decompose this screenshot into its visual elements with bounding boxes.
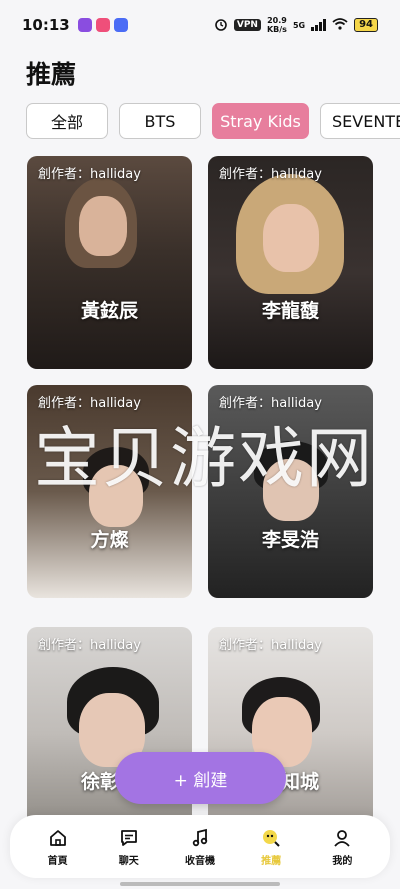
recommend-icon: [260, 827, 282, 849]
app-notification-icon: [95, 18, 110, 32]
alarm-icon: [214, 17, 228, 34]
home-indicator[interactable]: [120, 882, 280, 886]
character-card[interactable]: 創作者：halliday 徐彰彬: [27, 627, 192, 840]
card-name: 黃鉉辰: [80, 300, 138, 322]
status-time: 10:13: [22, 16, 70, 34]
nav-item-radio[interactable]: 收音機: [170, 827, 230, 867]
card-creator: 創作者：halliday: [38, 396, 141, 411]
card-image-face: [263, 204, 319, 272]
page-title: 推薦: [26, 60, 77, 89]
status-indicators: VPN 20.9 KB/s 5G 94: [214, 16, 378, 34]
character-card[interactable]: 創作者：halliday 韓知城: [208, 627, 373, 840]
card-creator: 創作者：halliday: [38, 638, 141, 653]
category-tabs: 全部 BTS Stray Kids SEVENTE: [26, 103, 400, 139]
nav-label: 推薦: [261, 855, 282, 867]
chat-icon: [118, 827, 140, 849]
character-card[interactable]: 創作者：halliday 方燦: [27, 385, 192, 598]
nav-item-home[interactable]: 首頁: [28, 827, 88, 867]
net-speed-value: 20.9: [267, 16, 287, 25]
card-creator: 創作者：halliday: [219, 396, 322, 411]
bottom-nav: 首頁 聊天 收音機 推薦 我的: [10, 815, 390, 878]
nav-item-chat[interactable]: 聊天: [99, 827, 159, 867]
status-bar: 10:13 VPN 20.9 KB/s 5G 94: [0, 0, 400, 50]
card-name: 方燦: [90, 529, 129, 551]
create-button[interactable]: + 創建: [115, 752, 286, 804]
card-image-face: [89, 465, 143, 527]
net-speed-unit: KB/s: [266, 25, 287, 34]
character-card[interactable]: 創作者：halliday 李龍馥: [208, 156, 373, 369]
profile-icon: [331, 827, 353, 849]
card-creator: 創作者：halliday: [219, 167, 322, 182]
tab-bts[interactable]: BTS: [119, 103, 201, 139]
card-image-face: [79, 196, 127, 256]
nav-item-recommend[interactable]: 推薦: [241, 827, 301, 867]
card-name: 李龍馥: [261, 300, 319, 322]
card-creator: 創作者：halliday: [219, 638, 322, 653]
tab-stray-kids[interactable]: Stray Kids: [212, 103, 309, 139]
card-name: 李旻浩: [261, 529, 319, 551]
tab-all[interactable]: 全部: [26, 103, 108, 139]
signal-icon: [311, 19, 327, 31]
nav-label: 首頁: [47, 855, 68, 867]
nav-item-profile[interactable]: 我的: [312, 827, 372, 867]
battery-indicator: 94: [354, 18, 378, 32]
character-card[interactable]: 創作者：halliday 李旻浩: [208, 385, 373, 598]
character-card[interactable]: 創作者：halliday 黃鉉辰: [27, 156, 192, 369]
network-type: 5G: [292, 20, 306, 30]
vpn-badge: VPN: [233, 19, 261, 31]
music-icon: [189, 827, 211, 849]
nav-label: 聊天: [118, 855, 139, 867]
card-creator: 創作者：halliday: [38, 167, 141, 182]
nav-label: 收音機: [184, 855, 215, 867]
tab-seventeen[interactable]: SEVENTE: [320, 103, 400, 139]
card-image-face: [263, 459, 319, 521]
home-icon: [47, 827, 69, 849]
net-speed: 20.9 KB/s: [267, 16, 287, 34]
app-notification-icon: [77, 18, 92, 32]
nav-label: 我的: [332, 855, 353, 867]
app-notification-icon: [113, 18, 128, 32]
wifi-icon: [332, 17, 348, 33]
